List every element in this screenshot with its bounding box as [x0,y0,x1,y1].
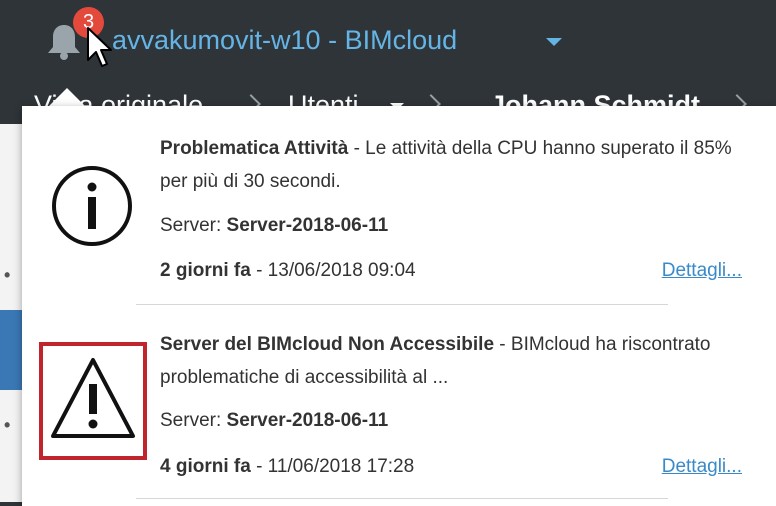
top-header: 3 avvakumovit-w10 - BIMcloud [0,0,776,82]
details-link[interactable]: Dettagli... [662,454,742,480]
mouse-cursor-icon [87,27,112,67]
notification-summary: Problematica Attività - Le attività dell… [160,132,750,198]
notification-title: Problematica Attività [160,138,349,159]
server-value: Server-2018-06-11 [226,410,389,431]
notification-age: 2 giorni fa [160,260,251,281]
person-icon: • [4,265,11,285]
chevron-down-icon[interactable] [546,38,562,46]
person-icon: • [4,415,11,435]
server-label: Server: [160,410,227,431]
warning-icon [51,358,135,438]
divider [136,498,668,499]
notification-time: 4 giorni fa - 11/06/2018 17:28 [160,454,414,480]
server-name-title[interactable]: avvakumovit-w10 - BIMcloud [112,22,457,58]
notifications-popover: Problematica Attività - Le attività dell… [22,106,776,506]
warning-icon-highlight [39,342,147,460]
notification-server: Server: Server-2018-06-11 [160,213,388,239]
notification-title: Server del BIMcloud Non Accessibile [160,334,495,355]
notification-time: 2 giorni fa - 13/06/2018 09:04 [160,258,416,284]
divider [136,304,668,305]
notification-server: Server: Server-2018-06-11 [160,408,388,434]
sidebar-selected-strip [0,310,22,390]
notification-timestamp: - 11/06/2018 17:28 [250,456,415,477]
notification-timestamp: - 13/06/2018 09:04 [250,260,416,281]
notification-summary: Server del BIMcloud Non Accessibile - BI… [160,328,750,394]
notification-age: 4 giorni fa [160,456,251,477]
info-icon [52,166,132,246]
server-label: Server: [160,215,227,236]
popover-arrow [48,88,86,107]
details-link[interactable]: Dettagli... [662,258,742,284]
server-value: Server-2018-06-11 [226,215,389,236]
